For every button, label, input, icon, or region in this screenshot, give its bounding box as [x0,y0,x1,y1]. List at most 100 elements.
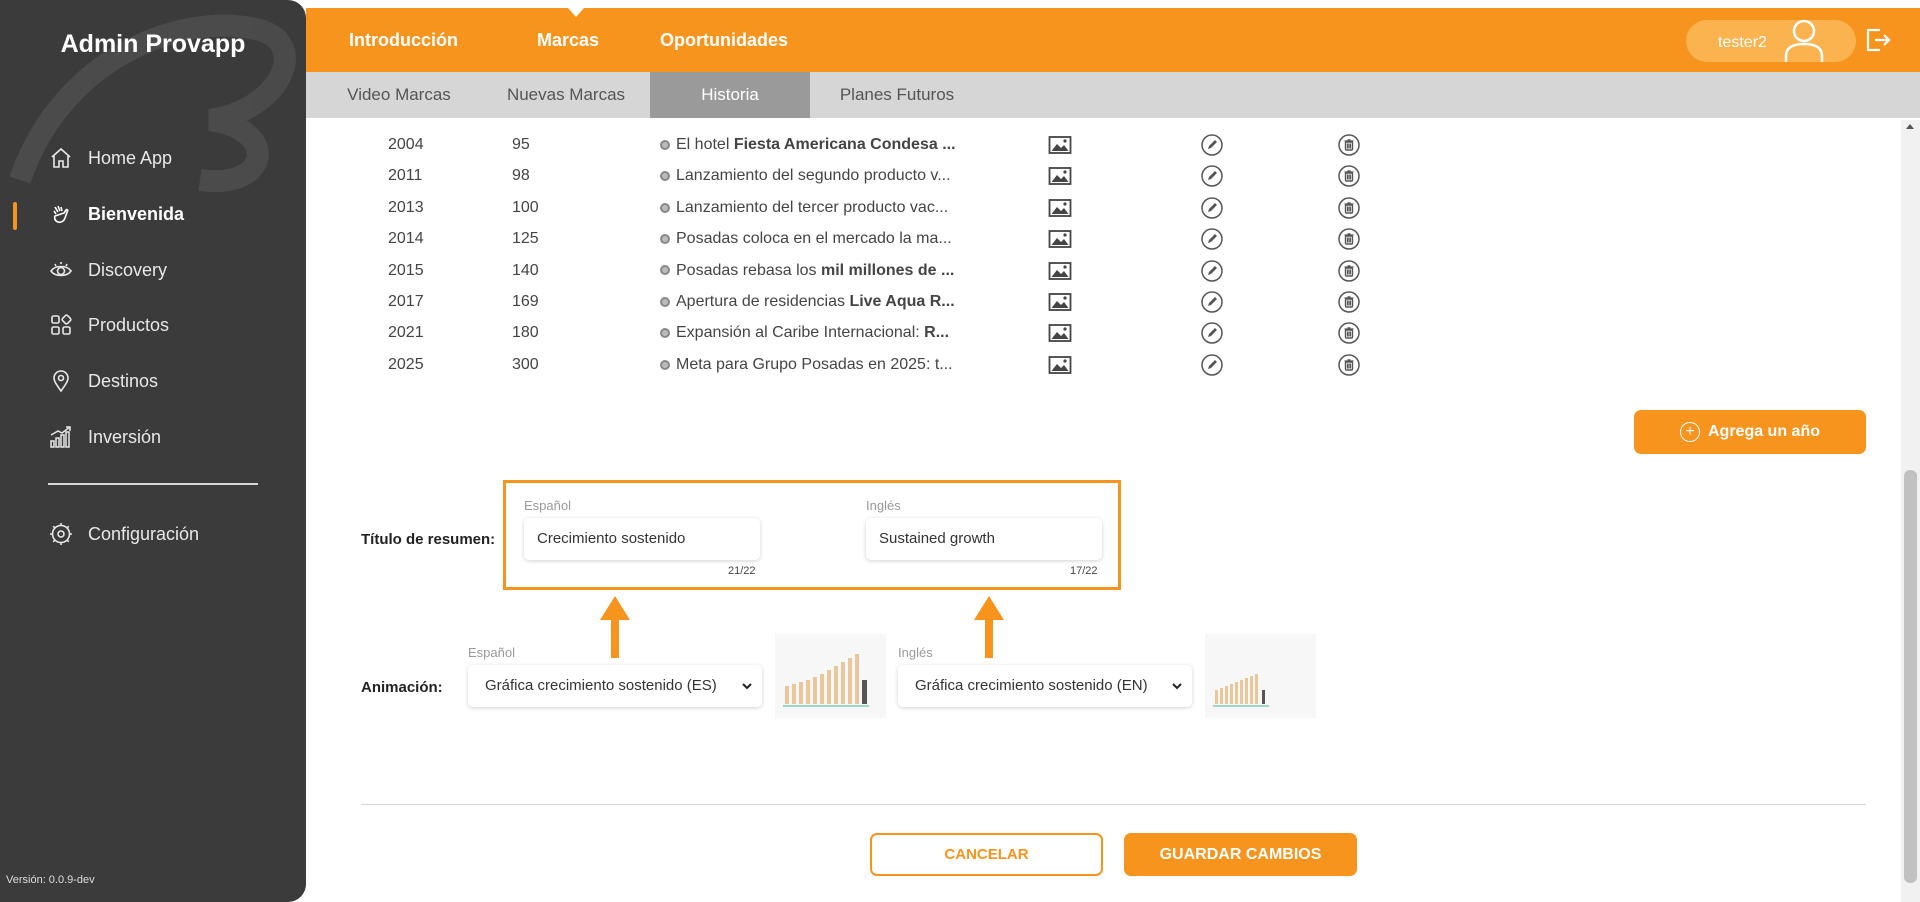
animation-es-selected: Gráfica crecimiento sostenido (ES) [485,677,717,694]
image-icon[interactable] [1048,321,1072,345]
subtab-video-marcas[interactable]: Video Marcas [326,72,472,118]
description-text: El hotel [676,136,734,153]
add-year-button[interactable]: + Agrega un año [1634,410,1866,454]
table-row: 2017 169 Apertura de residencias Live Aqua… [306,286,1906,317]
animation-en-select[interactable]: Gráfica crecimiento sostenido (EN) [898,665,1192,707]
edit-icon[interactable] [1200,290,1224,314]
delete-icon[interactable] [1337,259,1361,283]
bullet-icon [660,296,670,307]
bullet-icon [660,359,670,370]
scrollbar[interactable] [1901,120,1920,902]
table-row: 2025 300 Meta para Grupo Posadas en 2025: … [306,349,1906,380]
sidebar-item-inversion[interactable]: Inversión [48,424,161,450]
summary-es-input[interactable]: Crecimiento sostenido [524,518,760,560]
subtab-nuevas-marcas[interactable]: Nuevas Marcas [486,72,646,118]
edit-icon[interactable] [1200,196,1224,220]
animation-en-selected: Gráfica crecimiento sostenido (EN) [915,677,1148,694]
description-text: Posadas rebasa los [676,261,821,279]
footer-divider [361,804,1866,805]
image-icon[interactable] [1048,164,1072,188]
annotation-arrow-icon [974,596,1004,658]
delete-icon[interactable] [1337,133,1361,157]
image-icon[interactable] [1048,196,1072,220]
animation-es-label: Español [468,645,515,660]
edit-icon[interactable] [1200,227,1224,251]
delete-icon[interactable] [1337,164,1361,188]
save-changes-button[interactable]: GUARDAR CAMBIOS [1124,833,1357,876]
tab-marcas[interactable]: Marcas [537,30,599,51]
edit-icon[interactable] [1200,133,1224,157]
bullet-icon [660,202,670,213]
chevron-down-icon [742,683,752,690]
year-cell: 2004 [388,136,424,153]
sidebar-item-discovery[interactable]: Discovery [48,257,167,283]
sidebar-item-destinos[interactable]: Destinos [48,368,158,394]
description-text: Lanzamiento del segundo producto v... [676,167,951,185]
logout-icon[interactable] [1864,26,1892,54]
description-cell: El hotel Fiesta Americana Condesa ... [660,129,966,160]
image-icon[interactable] [1048,133,1072,157]
year-cell: 2017 [388,293,424,310]
value-cell: 95 [512,136,530,153]
subtab-planes-futuros[interactable]: Planes Futuros [812,72,982,118]
bar-chart-icon [48,424,74,450]
table-row: 2013 100 Lanzamiento del tercer producto v… [306,192,1906,223]
description-bold-text: mil millones de ... [820,261,955,279]
sidebar-item-home-app[interactable]: Home App [48,145,172,171]
scrollbar-thumb[interactable] [1904,470,1917,883]
delete-icon[interactable] [1337,196,1361,220]
description-cell: Posadas coloca en el mercado la ma... [660,223,966,254]
summary-en-label: Inglés [866,498,901,513]
edit-icon[interactable] [1200,321,1224,345]
description-bold-text: R... [924,324,950,342]
subtab-historia[interactable]: Historia [650,72,810,118]
table-row: 2014 125 Posadas coloca en el mercado la m… [306,223,1906,254]
sidebar-item-productos[interactable]: Productos [48,312,169,338]
value-cell: 125 [512,230,539,248]
delete-icon[interactable] [1337,227,1361,251]
user-menu[interactable]: tester2 [1686,20,1856,62]
image-icon[interactable] [1048,259,1072,283]
description-cell: Posadas rebasa los mil millones de ... [660,255,966,286]
delete-icon[interactable] [1337,353,1361,377]
description-cell: Meta para Grupo Posadas en 2025: t... [660,349,966,380]
value-cell: 140 [512,261,539,279]
sidebar-item-configuracion[interactable]: Configuración [48,521,199,547]
sidebar-item-label: Destinos [88,370,159,391]
sidebar-item-label: Discovery [88,259,168,280]
image-icon[interactable] [1048,227,1072,251]
description-cell: Lanzamiento del tercer producto vac... [660,192,966,223]
tab-introduccion[interactable]: Introducción [349,30,458,51]
animation-es-select[interactable]: Gráfica crecimiento sostenido (ES) [468,665,762,707]
description-text: Posadas coloca en el mercado la ma... [676,230,952,248]
eye-icon [48,257,74,283]
image-icon[interactable] [1048,353,1072,377]
sidebar-item-label: Home App [88,147,173,168]
value-cell: 100 [512,198,539,216]
summary-en-input[interactable]: Sustained growth [866,518,1102,560]
edit-icon[interactable] [1200,164,1224,188]
home-icon [48,145,74,171]
edit-icon[interactable] [1200,259,1224,283]
animation-label: Animación: [361,679,443,696]
animation-es-thumbnail [775,634,886,718]
description-cell: Apertura de residencias Live Aqua R... [660,286,966,317]
description-cell: Lanzamiento del segundo producto v... [660,160,966,191]
sidebar-item-bienvenida[interactable]: Bienvenida [48,201,184,227]
cancel-button[interactable]: CANCELAR [870,833,1103,876]
annotation-arrow-icon [600,596,630,658]
table-row: 2004 95 El hotel Fiesta Americana Condesa … [306,129,1906,160]
edit-icon[interactable] [1200,353,1224,377]
delete-icon[interactable] [1337,321,1361,345]
sidebar: Admin Provapp Home App Bienvenida Discov… [0,0,306,902]
scroll-up-arrow-icon[interactable] [1906,124,1914,129]
chevron-down-icon [1172,683,1182,690]
image-icon[interactable] [1048,290,1072,314]
user-avatar-icon[interactable] [1780,16,1828,64]
description-text: Expansión al Caribe Internacional: [676,324,925,342]
delete-icon[interactable] [1337,290,1361,314]
tab-oportunidades[interactable]: Oportunidades [660,30,788,51]
sidebar-item-label: Inversión [88,426,162,447]
waving-hand-icon [48,201,74,227]
value-cell: 180 [512,324,539,342]
